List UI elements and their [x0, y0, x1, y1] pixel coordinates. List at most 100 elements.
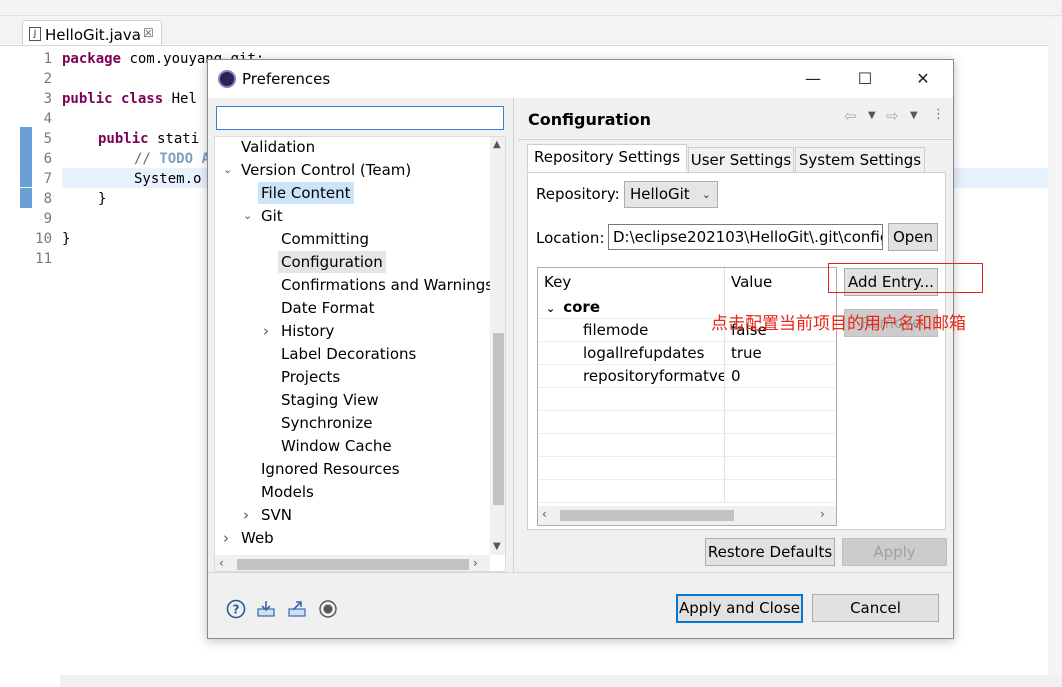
repository-value: HelloGit — [630, 185, 690, 203]
import-icon[interactable] — [256, 599, 276, 619]
empty-cell — [538, 411, 725, 434]
table-horizontal-scrollbar[interactable]: ‹ › — [538, 506, 836, 525]
column-header-value[interactable]: Value — [725, 268, 836, 296]
tree-item[interactable]: Confirmations and Warnings — [278, 274, 496, 296]
tree-item[interactable]: Synchronize — [278, 412, 375, 434]
tab-system-settings[interactable]: System Settings — [795, 147, 925, 173]
line-number: 4 — [43, 111, 52, 127]
scroll-right-icon[interactable]: › — [473, 556, 478, 570]
chevron-right-icon[interactable]: › — [263, 320, 269, 342]
apply-button[interactable]: Apply — [842, 538, 947, 566]
tree-item[interactable]: Label Decorations — [278, 343, 419, 365]
editor-vertical-scrollbar[interactable] — [1048, 20, 1062, 675]
table-row[interactable]: repositoryformatve 0 — [538, 365, 836, 388]
filter-input[interactable] — [216, 106, 504, 130]
tree-item[interactable]: Committing — [278, 228, 372, 250]
group-label: ⌄ core — [538, 296, 725, 319]
empty-row — [538, 388, 836, 411]
forward-arrow-icon[interactable]: ⇨ — [886, 107, 899, 125]
tree-item[interactable]: Web — [238, 527, 277, 549]
scroll-left-icon[interactable]: ‹ — [542, 507, 547, 521]
tree-vertical-scrollbar[interactable]: ▲ ▼ — [490, 137, 505, 555]
tree-item[interactable]: Models — [258, 481, 317, 503]
preference-tree: Validation Version Control (Team) ⌄ File Co… — [214, 136, 506, 572]
help-icon[interactable]: ? — [226, 599, 246, 619]
tree-item[interactable]: Validation — [238, 137, 318, 158]
scroll-up-icon[interactable]: ▲ — [493, 139, 501, 150]
tree-item[interactable]: Version Control (Team) — [238, 159, 414, 181]
scroll-thumb[interactable] — [560, 510, 734, 521]
dialog-title-bar[interactable]: Preferences — ☐ ✕ — [208, 60, 953, 98]
eclipse-icon — [218, 70, 236, 88]
scroll-left-icon[interactable]: ‹ — [219, 556, 224, 570]
page-header: Configuration ⇦ ▼ ⇨ ▼ ⋮ — [518, 98, 953, 140]
chevron-down-icon[interactable]: ▼ — [868, 110, 876, 121]
line-number: 9 — [43, 211, 52, 227]
repository-select[interactable]: HelloGit ⌄ — [624, 181, 718, 208]
chevron-down-icon[interactable]: ⌄ — [223, 159, 232, 181]
scroll-thumb[interactable] — [237, 559, 469, 570]
tree-item[interactable]: Ignored Resources — [258, 458, 403, 480]
editor-tab[interactable]: J HelloGit.java ☒ — [22, 20, 162, 46]
chevron-right-icon[interactable]: › — [223, 527, 229, 549]
cell-value: true — [731, 344, 762, 362]
line-number: 7 — [43, 171, 52, 187]
close-button[interactable]: ✕ — [903, 66, 943, 92]
cell-key: repositoryformatve — [538, 365, 725, 388]
empty-cell — [538, 434, 725, 457]
tree-item[interactable]: Staging View — [278, 389, 382, 411]
table-row[interactable]: logallrefupdates true — [538, 342, 836, 365]
change-marker — [20, 149, 32, 187]
tab-repository-settings[interactable]: Repository Settings — [527, 144, 687, 172]
back-arrow-icon[interactable]: ⇦ — [844, 107, 857, 125]
tree-item[interactable]: Window Cache — [278, 435, 395, 457]
tree-item[interactable]: Configuration — [278, 251, 386, 273]
scroll-thumb[interactable] — [493, 333, 504, 505]
close-icon[interactable]: ☒ — [143, 26, 154, 40]
open-button[interactable]: Open — [888, 223, 938, 251]
restore-defaults-button[interactable]: Restore Defaults — [705, 538, 835, 566]
code-line: public class Hel — [62, 91, 197, 107]
chevron-down-icon[interactable]: ⌄ — [546, 302, 555, 315]
export-icon[interactable] — [287, 599, 307, 619]
cancel-button[interactable]: Cancel — [812, 594, 939, 622]
cell-key: logallrefupdates — [538, 342, 725, 365]
tree-item[interactable]: Date Format — [278, 297, 377, 319]
tree-item[interactable]: File Content — [258, 182, 354, 204]
record-icon[interactable] — [318, 599, 338, 619]
line-number: 3 — [43, 91, 52, 107]
svg-text:?: ? — [233, 603, 240, 617]
chevron-down-icon[interactable]: ▼ — [910, 110, 918, 121]
minimize-button[interactable]: — — [793, 66, 833, 92]
cell-value: 0 — [731, 367, 741, 385]
chevron-right-icon[interactable]: › — [243, 504, 249, 526]
view-menu-icon[interactable]: ⋮ — [932, 107, 945, 122]
panel-divider[interactable] — [513, 98, 514, 572]
editor-horizontal-scrollbar[interactable] — [60, 675, 1062, 687]
line-number: 5 — [43, 131, 52, 147]
scroll-down-icon[interactable]: ▼ — [493, 541, 501, 552]
page-title: Configuration — [528, 110, 652, 129]
line-number: 11 — [35, 251, 52, 267]
line-number: 2 — [43, 71, 52, 87]
column-header-key[interactable]: Key — [538, 268, 725, 296]
tree-item[interactable]: Projects — [278, 366, 343, 388]
tree-item[interactable]: SVN — [258, 504, 295, 526]
chevron-down-icon[interactable]: ⌄ — [243, 205, 252, 227]
empty-cell — [538, 388, 725, 411]
tree-item[interactable]: History — [278, 320, 337, 342]
scroll-right-icon[interactable]: › — [820, 507, 825, 521]
location-label: Location: — [536, 229, 605, 247]
cell-key: filemode — [538, 319, 725, 342]
tab-user-settings[interactable]: User Settings — [688, 147, 794, 173]
location-field[interactable]: D:\eclipse202103\HelloGit\.git\config — [608, 224, 883, 250]
code-line: // TODO A — [134, 151, 210, 167]
dialog-title: Preferences — [242, 70, 331, 88]
tree-item[interactable]: Git — [258, 205, 286, 227]
apply-and-close-button[interactable]: Apply and Close — [676, 594, 803, 623]
tree-horizontal-scrollbar[interactable]: ‹ › — [215, 555, 490, 571]
line-number: 6 — [43, 151, 52, 167]
code-line: System.o — [134, 171, 202, 187]
maximize-button[interactable]: ☐ — [845, 66, 885, 92]
dialog-footer: ? Apply and Close Cancel — [208, 572, 953, 638]
